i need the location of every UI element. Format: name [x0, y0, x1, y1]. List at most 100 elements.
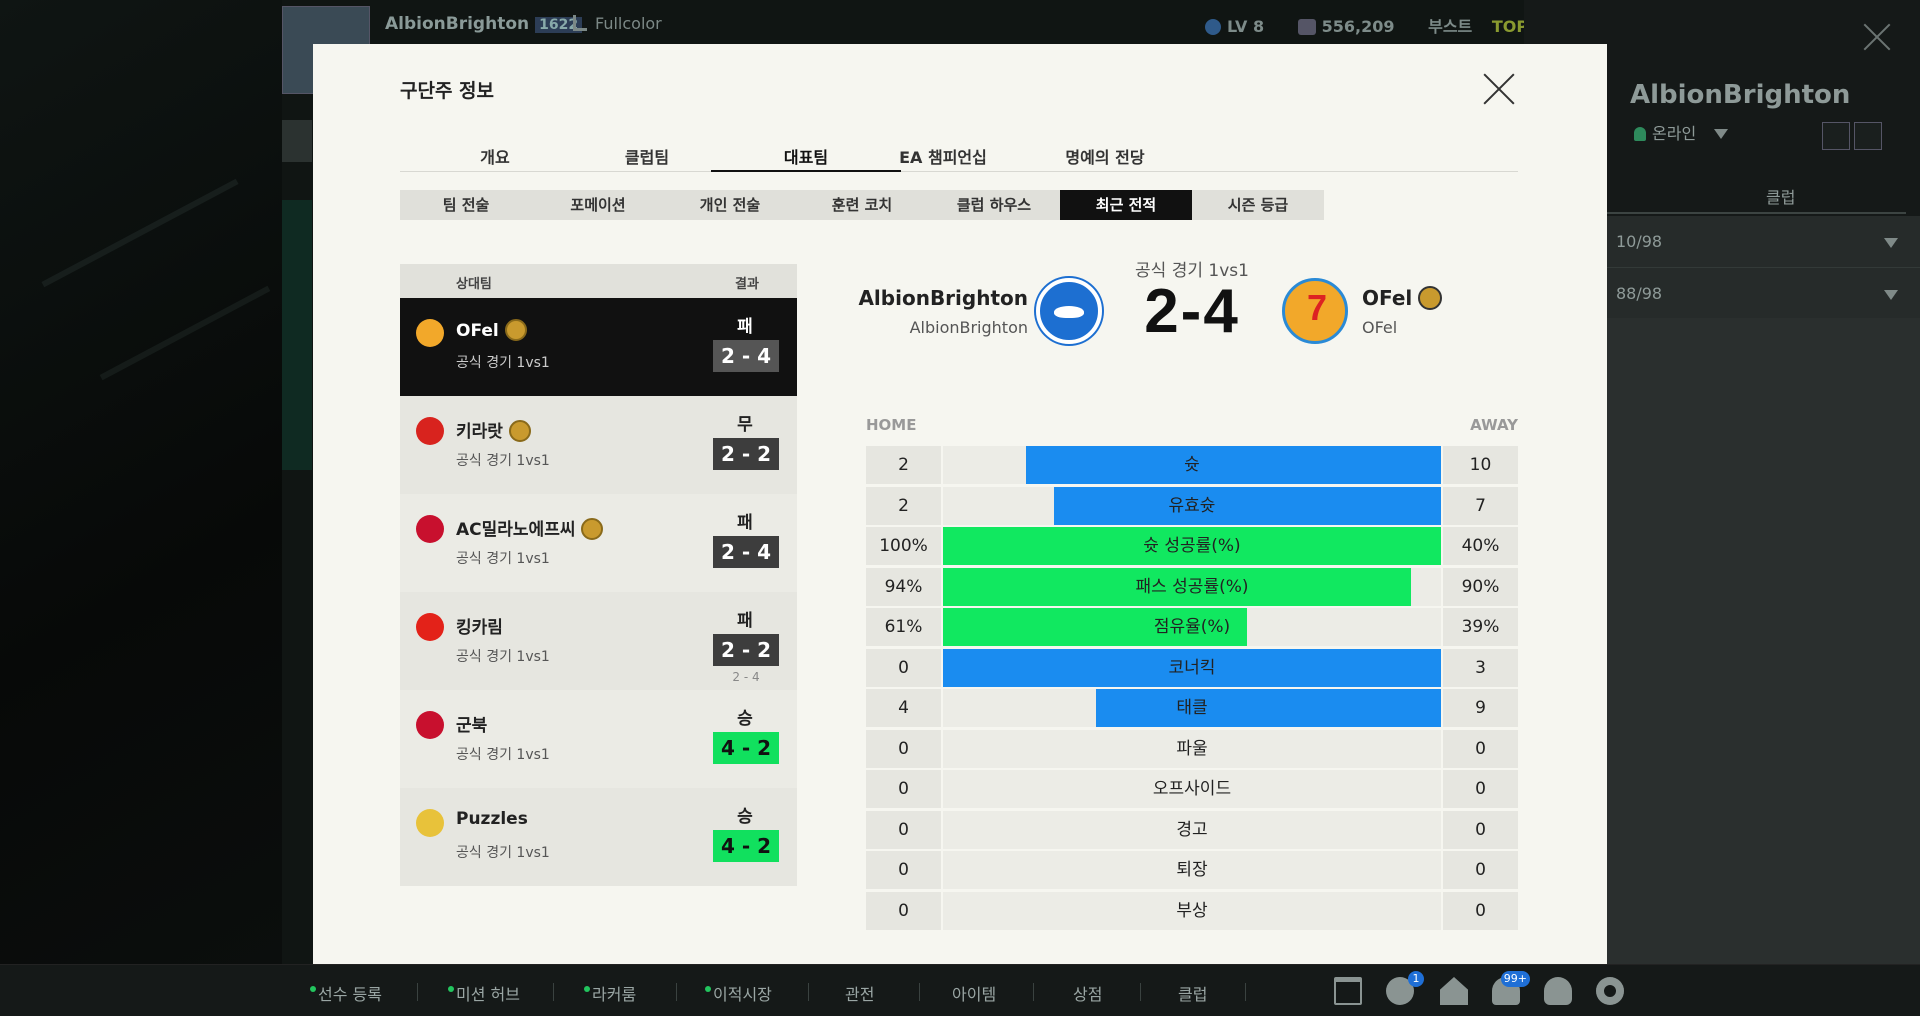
stat-away-value: 0 — [1443, 891, 1518, 930]
trash-icon[interactable] — [1334, 977, 1362, 1005]
stat-bar-area: 부상 — [943, 891, 1441, 930]
match-type: 공식 경기 1vs1 — [456, 649, 550, 665]
home-team-name: AlbionBrighton — [858, 286, 1028, 310]
nav-label: 아이템 — [952, 985, 997, 1004]
away-crest — [1282, 278, 1348, 344]
stat-row: 0 퇴장 0 — [866, 851, 1518, 889]
opponent-name-text: 킹카림 — [456, 618, 503, 638]
remove-friend-icon[interactable] — [1854, 122, 1882, 150]
match-type: 공식 경기 1vs1 — [456, 747, 550, 763]
stat-home-value: 2 — [866, 486, 941, 525]
stat-home-value: 0 — [866, 648, 941, 687]
stat-home-value: 0 — [866, 810, 941, 849]
match-row[interactable]: 킹카림공식 경기 1vs1 패 2 - 2 2 - 4 — [400, 592, 797, 690]
nav-label: 상점 — [1073, 985, 1103, 1004]
match-row[interactable]: 군북 공식 경기 1vs1 승 4 - 2 — [400, 690, 797, 788]
panel-row[interactable]: 88/98 — [1606, 268, 1920, 320]
bell-icon[interactable]: 99+ — [1492, 971, 1530, 1005]
stat-bar-area: 파울 — [943, 729, 1441, 768]
stat-label: 부상 — [1176, 900, 1208, 921]
tier-badge-icon — [581, 518, 604, 540]
stat-bar-area: 경고 — [943, 810, 1441, 849]
nav-divider — [553, 983, 554, 1001]
stat-home-value: 0 — [866, 770, 941, 808]
panel-row-value: 88/98 — [1616, 284, 1663, 303]
match-result: 패 — [737, 513, 753, 533]
bell-badge: 99+ — [1500, 971, 1530, 987]
stat-label: 코너킥 — [1168, 657, 1216, 678]
nav-label: 관전 — [845, 985, 875, 1004]
stat-label: 경고 — [1176, 819, 1208, 840]
new-dot-icon — [584, 986, 590, 992]
sub-tab-0[interactable]: 팀 전술 — [400, 190, 532, 220]
match-row[interactable]: Puzzles 공식 경기 1vs1 승 4 - 2 — [400, 788, 797, 886]
panel-row[interactable]: 10/98 — [1606, 216, 1920, 268]
nav-transfer-market[interactable]: 이적시장 — [705, 981, 772, 1005]
stat-row: 2 슛 10 — [866, 446, 1518, 484]
close-icon[interactable] — [1862, 22, 1892, 52]
gear-icon[interactable] — [1596, 977, 1624, 1005]
opponent-name: OFel — [456, 319, 527, 341]
sub-tab-1[interactable]: 포메이션 — [532, 190, 664, 220]
sub-tab-6[interactable]: 시즌 등급 — [1192, 190, 1324, 220]
house-icon[interactable]: 2 — [1440, 977, 1468, 1005]
match-score-badge: 2 - 2 — [713, 634, 779, 666]
match-result: 패 — [737, 317, 753, 337]
nav-label: 선수 등록 — [318, 985, 382, 1004]
nav-label: 클럽 — [1178, 985, 1208, 1004]
stat-label: 퇴장 — [1176, 860, 1208, 880]
match-result: 승 — [737, 807, 753, 827]
nav-mission-hub[interactable]: 미션 허브 — [448, 981, 520, 1005]
nav-spectate[interactable]: 관전 — [845, 981, 874, 1005]
new-dot-icon — [310, 986, 316, 992]
match-row[interactable]: OFel 공식 경기 1vs1 패 2 - 4 — [400, 298, 797, 396]
stat-bar-area: 태클 — [943, 689, 1441, 727]
opponent-name: Puzzles — [456, 809, 528, 829]
stat-home-value: 0 — [866, 891, 941, 930]
stat-away-value: 10 — [1443, 446, 1518, 484]
sub-tab-2[interactable]: 개인 전술 — [664, 190, 796, 220]
tab-4[interactable]: 명예의 전당 — [1010, 144, 1200, 172]
match-result: 패 — [737, 611, 753, 631]
sub-tab-4[interactable]: 클럽 하우스 — [928, 190, 1060, 220]
nav-label: 미션 허브 — [456, 985, 520, 1004]
nav-player-register[interactable]: 선수 등록 — [310, 981, 382, 1005]
nav-label: 이적시장 — [713, 985, 772, 1004]
nav-item[interactable]: 아이템 — [952, 981, 996, 1005]
nav-divider — [919, 983, 920, 1001]
stat-bar-area: 패스 성공률(%) — [943, 567, 1441, 606]
match-score-badge: 4 - 2 — [713, 732, 779, 764]
sub-tab-3[interactable]: 훈련 코치 — [796, 190, 928, 220]
sub-tab-5[interactable]: 최근 전적 — [1060, 190, 1192, 220]
chat-badge: 1 — [1408, 971, 1424, 987]
header-opponent: 상대팀 — [456, 277, 492, 292]
stat-away-value: 9 — [1443, 689, 1518, 727]
match-type: 공식 경기 1vs1 — [456, 355, 550, 371]
sub-tabs: 팀 전술 포메이션 개인 전술 훈련 코치 클럽 하우스 최근 전적 시즌 등급 — [400, 190, 1324, 220]
stat-away-value: 3 — [1443, 648, 1518, 687]
match-score-badge: 4 - 2 — [713, 830, 779, 862]
nav-divider — [676, 983, 677, 1001]
stat-row: 0 코너킥 3 — [866, 648, 1518, 687]
coin-text: 556,209 — [1321, 17, 1395, 36]
nav-shop[interactable]: 상점 — [1073, 981, 1102, 1005]
match-extra-score: 2 - 4 — [732, 670, 760, 684]
match-row[interactable]: 키라랏 공식 경기 1vs1 무 2 - 2 — [400, 396, 797, 494]
close-icon[interactable] — [1483, 74, 1515, 106]
main-tabs: 개요 클럽팀 대표팀 EA 챔피언십 명예의 전당 — [400, 144, 1518, 172]
stat-label: 슛 성공률(%) — [1143, 536, 1241, 556]
match-row[interactable]: AC밀라노에프씨 공식 경기 1vs1 패 2 - 4 — [400, 494, 797, 592]
stat-home-value: 61% — [866, 608, 941, 646]
stat-bar-area: 코너킥 — [943, 648, 1441, 687]
match-score: 2-4 — [1144, 277, 1240, 346]
fullcolor-text: Fullcolor — [595, 14, 662, 33]
nav-divider — [1245, 983, 1246, 1001]
tab-club[interactable]: 클럽 — [1766, 184, 1795, 208]
profile-icon[interactable] — [1544, 977, 1572, 1005]
add-friend-icon[interactable] — [1822, 122, 1850, 150]
nav-locker-room[interactable]: 라커룸 — [584, 981, 636, 1005]
match-result: 승 — [737, 709, 753, 729]
chat-icon[interactable]: 1 — [1386, 971, 1424, 1005]
online-status[interactable]: 온라인 — [1634, 120, 1729, 144]
nav-club[interactable]: 클럽 — [1178, 981, 1207, 1005]
